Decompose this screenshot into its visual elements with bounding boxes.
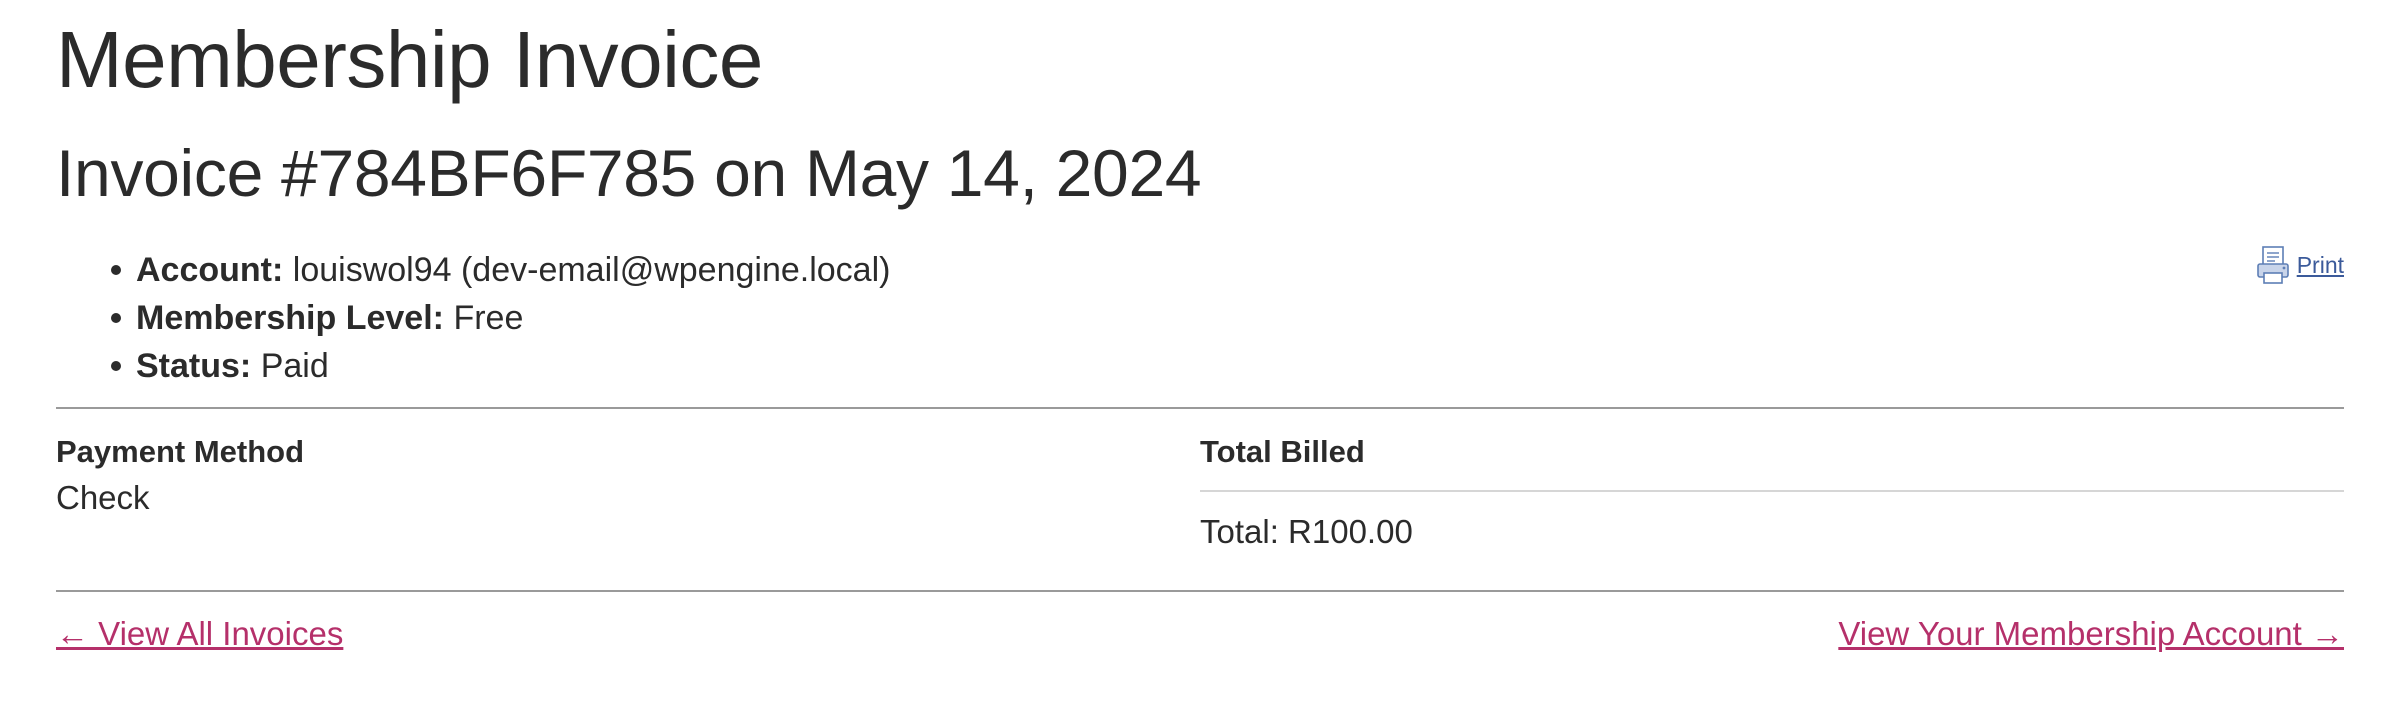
printer-icon [2256,246,2289,284]
membership-level-value: Free [453,299,524,337]
meta-item-status: Status: Paid [110,342,890,390]
account-value: louiswol94 (dev-email@wpengine.local) [292,251,891,289]
divider-bottom [56,590,2344,592]
meta-item-account: Account: louiswol94 (dev-email@wpengine.… [110,246,891,294]
membership-level-label: Membership Level: [136,299,444,337]
view-membership-account-link[interactable]: View Your Membership Account → [1838,610,2344,658]
payment-method-section: Payment Method Check [56,430,1156,522]
account-label: Account: [136,251,284,289]
meta-item-membership-level: Membership Level: Free [110,294,890,342]
payment-method-value: Check [56,479,150,516]
invoice-meta-list: Account: louiswol94 (dev-email@wpengine.… [56,246,890,390]
print-link[interactable]: Print [2256,246,2344,284]
total-billed-heading: Total Billed [1200,430,2344,492]
payment-method-heading: Payment Method [56,434,305,469]
divider-top [56,407,2344,409]
view-all-invoices-link[interactable]: ← View All Invoices [56,610,343,658]
print-label: Print [2296,251,2344,278]
total-billed-value: Total: R100.00 [1200,513,1413,550]
total-billed-section: Total Billed Total: R100.00 [1200,430,2344,556]
status-label: Status: [136,347,252,385]
invoice-subtitle: Invoice #784BF6F785 on May 14, 2024 [56,136,1202,210]
status-value: Paid [260,347,329,385]
page-title: Membership Invoice [56,15,763,104]
